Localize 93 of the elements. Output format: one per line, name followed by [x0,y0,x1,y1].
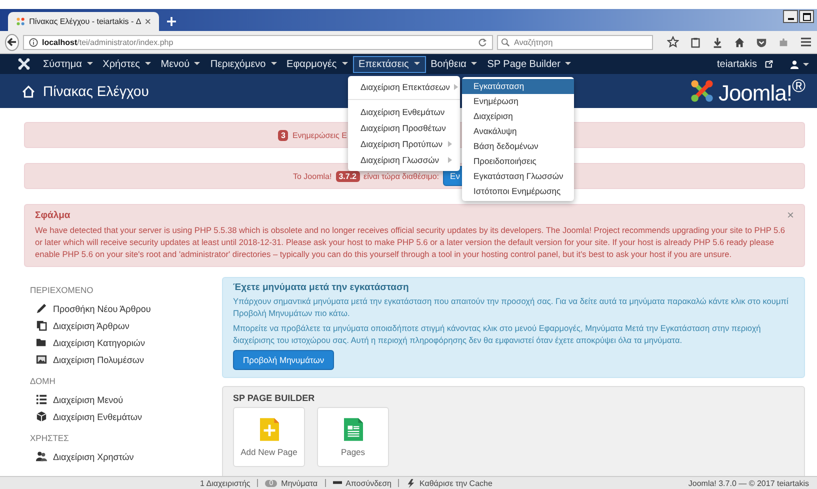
user-link[interactable]: teiartakis [712,56,762,72]
dropdown-item[interactable]: Διαχείριση Προσθέτων [348,120,460,136]
dropdown-item[interactable]: Διαχείριση Προτύπων [348,136,460,152]
submenu-item[interactable]: Προειδοποιήσεις [462,154,574,168]
image-icon [36,354,47,365]
sidebar-link[interactable]: Διαχείριση Κατηγοριών [53,338,145,348]
shortcut-tile[interactable]: Pages [317,407,389,467]
external-link-icon [765,60,773,68]
tile-label: Add New Page [240,446,298,456]
chevron-right-icon [454,84,458,90]
view-messages-button[interactable]: Προβολή Μηνυμάτων [233,350,334,370]
alert-text: είναι τώρα διαθέσιμο: [364,172,440,180]
panel-paragraph: Υπάρχουν σημαντικά μηνύματα μετά την εγκατάσταση που απαιτούν την προσοχή σας. Για να δείτε αυτά τα μηνύματα παρακαλώ κάντε κλικ στο κουμπί Προβολή Μηνυμάτων πιο κάτω. [233,296,790,319]
panel-title: SP PAGE BUILDER [233,393,316,403]
alert-text: Το Joomla! [293,172,332,180]
sidebar-link[interactable]: Διαχείριση Χρηστών [53,452,134,462]
panel-paragraph: Μπορείτε να προβάλετε τα μηνύματα οποιαδήποτε στιγμή κάνοντας κλικ στο μενού Εφαρμογές, Μηνύματα Μετά την Εγκατάσταση στην περιοχή διαχείρισης του ιστοχώρου σας. Αυτή η περιοχή πληροφόρησης δεν θα εμφανιστεί όταν έχετε αποκρύψει όλα τα μηνύματα. [233,323,762,346]
menu-icon[interactable] [800,36,812,48]
browser-tab[interactable]: Πίνακας Ελέγχου - teiartakis - Δ [8,12,159,31]
search-field[interactable]: Αναζήτηση [497,34,653,50]
count-badge: 3 [278,130,288,140]
sidebar-heading: ΔΟΜΗ [30,376,56,386]
copy-icon [36,320,47,331]
submenu-item[interactable]: Ανακάλυψη [462,124,574,138]
url-text: localhost/tei/administrator/index.php [42,38,174,46]
chevron-right-icon [448,140,452,146]
home-icon [22,84,35,98]
sidebar-link[interactable]: Προσθήκη Νέου Άρθρου [53,304,151,314]
pocket-icon[interactable] [756,36,767,48]
clipboard-icon[interactable] [690,36,701,48]
logout-link[interactable]: Αποσύνδεση [346,478,392,488]
folder-icon [36,337,47,348]
submenu-item[interactable]: Ιστότοποι Ενημέρωσης [462,184,574,198]
tab-title: Πίνακας Ελέγχου - teiartakis - Δ [29,17,142,26]
nav-menu-item[interactable]: Μενού [156,56,206,72]
user-icon [790,60,799,68]
joomla-logo-icon [16,16,26,27]
submenu-item[interactable]: Διαχείριση [462,108,574,124]
shortcut-tile[interactable]: Add New Page [233,407,305,467]
joomla-logo-icon[interactable] [18,58,30,70]
nav-menu-item[interactable]: Χρήστες [98,56,156,72]
joomla-logo-text: Joomla!$^{®}$ [718,75,805,107]
error-message: We have detected that your server is using PHP 5.5.38 which is obsolete and no longer receives official security updates by its developers. The Joomla! Project recommends upgrading your site to PHP 5.6 or later which will receive security updates at least until 2018-12-31. Please ask your host to make PHP 5.6 or a later version the default version for your site. If your host is already PHP 5.6 ready please enable PHP 5.6 on your site's root and 'administrator' directories – typically you can do this yourself through a tool in your hosting control panel, but it's best to ask your host if you are unsure. [35,224,786,260]
alert-text: Ενημερώσεις Ε [292,130,347,140]
address-field[interactable]: localhost/tei/administrator/index.php [23,34,493,50]
nav-menu-item[interactable]: Επεκτάσεις [352,56,426,72]
dropdown-item[interactable]: Διαχείριση Γλωσσών [348,152,460,168]
submenu-item[interactable]: Εγκατάσταση [462,78,574,94]
lightning-icon [406,478,416,488]
submenu-item[interactable]: Ενημέρωση [462,94,574,108]
user-menu-button[interactable] [790,60,809,68]
sidebar-link[interactable]: Διαχείριση Μενού [53,394,124,404]
info-icon [29,38,38,46]
nav-menu-item[interactable]: Σύστημα [38,56,98,72]
star-icon[interactable] [667,36,679,48]
version-text: Joomla! 3.7.0 — © 2017 teiartakis [688,478,809,488]
back-icon[interactable] [5,34,19,50]
clear-cache-link[interactable]: Καθάρισε την Cache [419,478,492,488]
add-page-icon [260,418,278,440]
home-icon[interactable] [734,36,745,48]
pencil-icon [36,303,47,314]
minimize-icon[interactable] [783,10,798,23]
download-icon[interactable] [712,36,723,48]
new-tab-icon[interactable] [167,17,176,26]
nav-menu-item[interactable]: Περιεχόμενο [205,56,282,72]
nav-menu-item[interactable]: Εφαρμογές [282,56,353,72]
reload-icon[interactable] [478,38,487,46]
sidebar-link[interactable]: Διαχείριση Ενθεμάτων [53,412,142,422]
page-title: Πίνακας Ελέγχου [43,83,149,99]
sidebar-heading: ΧΡΗΣΤΕΣ [30,433,70,443]
chevron-right-icon [448,156,452,162]
panel-title: Έχετε μηνύματα μετά την εγκατάσταση [233,282,410,293]
users-icon [36,451,47,462]
minus-icon [332,481,342,485]
joomla-logo-icon [690,78,714,103]
restore-icon[interactable] [799,10,814,23]
cube-icon [36,411,47,422]
sidebar-heading: ΠΕΡΙΕΧΟΜΕΝΟ [30,285,94,295]
document-icon [344,418,362,440]
nav-menu-item[interactable]: SP Page Builder [482,56,576,72]
nav-menu-item[interactable]: Βοήθεια [426,56,482,72]
dropdown-item[interactable]: Διαχείριση Επεκτάσεων [348,78,460,94]
status-messages[interactable]: Μηνύματα [281,478,318,488]
dropdown-item[interactable]: Διαχείριση Ενθεμάτων [348,104,460,120]
list-icon [36,394,47,405]
error-title: Σφάλμα [35,210,70,221]
version-badge: 3.7.2 [336,170,360,182]
sidebar-link[interactable]: Διαχείριση Πολυμέσων [53,354,144,364]
sidebar-link[interactable]: Διαχείριση Άρθρων [53,320,130,330]
tile-label: Pages [340,446,366,456]
close-icon[interactable] [145,18,151,25]
submenu-item[interactable]: Βάση δεδομένων [462,138,574,154]
status-admins[interactable]: 1 Διαχειριστής [200,478,250,488]
